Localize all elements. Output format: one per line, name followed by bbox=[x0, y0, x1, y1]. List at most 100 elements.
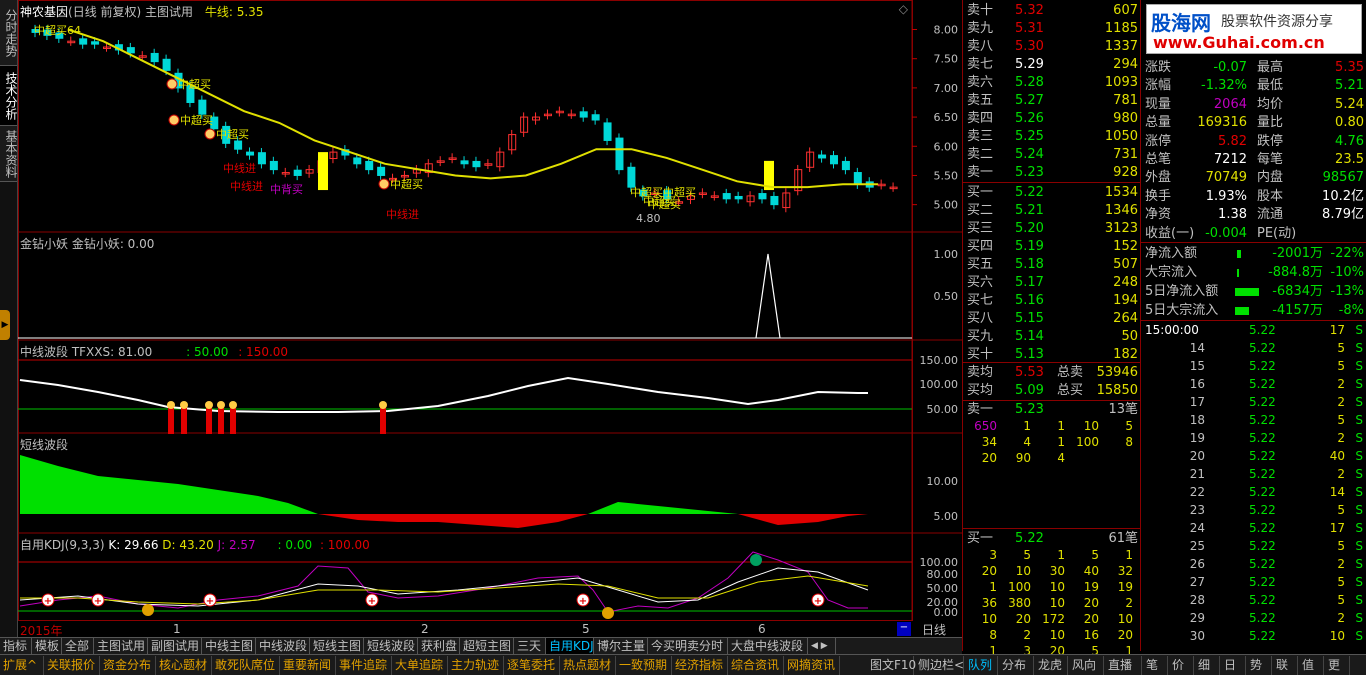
tick-time: 18 bbox=[1189, 413, 1205, 427]
menu-tab[interactable]: 关联报价 bbox=[44, 656, 100, 675]
chart-svg[interactable]: 8.007.507.006.506.005.505.00 中超买中超买中超买中线… bbox=[18, 0, 962, 621]
indicator-tab[interactable]: 短线主图 bbox=[310, 638, 364, 655]
indicator-tab[interactable]: 博尔主量 bbox=[594, 638, 648, 655]
bid-price: 5.19 bbox=[1015, 239, 1044, 254]
chart-template: 主图试用 bbox=[145, 5, 194, 19]
ask-price: 5.23 bbox=[1015, 165, 1044, 180]
panel-tab[interactable]: 日 bbox=[1220, 656, 1246, 675]
panel-tab[interactable]: 势 bbox=[1246, 656, 1272, 675]
menu-tab[interactable]: 资金分布 bbox=[100, 656, 156, 675]
minus-button[interactable]: − bbox=[897, 622, 911, 636]
tab-intraday[interactable]: 分时走势 bbox=[0, 0, 18, 66]
candle-body bbox=[591, 114, 600, 121]
indicator-tab[interactable]: 副图试用 bbox=[148, 638, 202, 655]
buy-signal-bar bbox=[230, 408, 236, 434]
panel-tab[interactable]: 值 bbox=[1298, 656, 1324, 675]
ask-row: 卖八 5.30 1337 bbox=[963, 38, 1141, 56]
ma-value: 牛线: 5.35 bbox=[204, 5, 264, 19]
menu-tab[interactable]: 核心题材 bbox=[156, 656, 212, 675]
tab-scroll-arrows[interactable]: ◀ ▶ bbox=[808, 638, 836, 655]
candle-body bbox=[603, 122, 612, 141]
panel-tab[interactable]: 细 bbox=[1194, 656, 1220, 675]
menu-tab[interactable]: 一致预期 bbox=[616, 656, 672, 675]
panel-tab[interactable]: 图文F10 bbox=[866, 656, 916, 675]
panel-tab[interactable]: 队列 bbox=[964, 656, 998, 675]
panel-tab[interactable]: 价 bbox=[1168, 656, 1194, 675]
indicator-tab[interactable]: 中线波段 bbox=[256, 638, 310, 655]
panel-tab[interactable]: 龙虎 bbox=[1034, 656, 1068, 675]
indicator-tab[interactable]: 三天 bbox=[514, 638, 546, 655]
indicator-tab[interactable]: 短线波段 bbox=[364, 638, 418, 655]
period-selector[interactable]: 日线 bbox=[922, 621, 946, 638]
queue-cell: 19 bbox=[1083, 580, 1099, 594]
indicator-tab[interactable]: 全部 bbox=[62, 638, 94, 655]
panel3-bars bbox=[167, 401, 387, 434]
stat-value: -0.07 bbox=[1213, 60, 1247, 75]
stat-key: 涨幅 bbox=[1145, 78, 1172, 94]
ask-row: 卖七 5.29 294 bbox=[963, 56, 1141, 74]
stat-key: 最低 bbox=[1257, 78, 1284, 94]
panel-tab[interactable]: 更 bbox=[1324, 656, 1350, 675]
indicator-tab[interactable]: 主图试用 bbox=[94, 638, 148, 655]
bid-price: 5.15 bbox=[1015, 311, 1044, 326]
menu-tab[interactable]: 大单追踪 bbox=[392, 656, 448, 675]
signal-dot-icon bbox=[205, 401, 213, 409]
collapse-arrow-icon[interactable]: ▶ bbox=[0, 310, 10, 340]
menu-tab[interactable]: 综合资讯 bbox=[728, 656, 784, 675]
buy-signal-bar bbox=[181, 408, 187, 434]
flow-pct: -8% bbox=[1338, 303, 1364, 318]
tick-volume: 17 bbox=[1329, 323, 1345, 337]
indicator-tab[interactable]: 模板 bbox=[32, 638, 62, 655]
avg-sell-row: 卖均 5.53 总卖 53946 bbox=[967, 365, 1138, 380]
bid-volume: 507 bbox=[1113, 257, 1138, 272]
kdj-j-value: J: 2.57 bbox=[217, 538, 256, 552]
tick-time: 22 bbox=[1189, 485, 1205, 499]
tick-volume: 5 bbox=[1337, 575, 1345, 589]
stat-key: 股本 bbox=[1257, 188, 1284, 204]
diamond-icon[interactable]: ◇ bbox=[899, 2, 908, 16]
indicator-tab[interactable]: 今买明卖分时 bbox=[648, 638, 728, 655]
tick-side: S bbox=[1355, 413, 1363, 427]
bid-volume: 248 bbox=[1113, 275, 1138, 290]
panel-tab[interactable]: 联 bbox=[1272, 656, 1298, 675]
stat-row: 换手 1.93% 股本 10.2亿 bbox=[1141, 187, 1366, 206]
menu-tab[interactable]: 主力轨迹 bbox=[448, 656, 504, 675]
quote-stats-panel: 涨跌 -0.07 最高 5.35 涨幅 -1.32% 最低 5.21 现量 2064 均价 5.24 总… bbox=[1140, 0, 1366, 651]
axis-label: 150.00 bbox=[920, 354, 959, 367]
menu-tab[interactable]: 事件追踪 bbox=[336, 656, 392, 675]
menu-tab[interactable]: 扩展^ bbox=[0, 656, 44, 675]
indicator-tab[interactable]: 获利盘 bbox=[418, 638, 460, 655]
queue-cell: 20 bbox=[1083, 596, 1099, 610]
queue-cell: 20 bbox=[981, 451, 997, 465]
tab-fundamentals[interactable]: 基本资料 bbox=[0, 126, 18, 182]
tick-side: S bbox=[1355, 629, 1363, 643]
menu-tab[interactable]: 热点题材 bbox=[560, 656, 616, 675]
stat-value: -0.004 bbox=[1205, 225, 1247, 241]
menu-tab[interactable]: 逐笔委托 bbox=[504, 656, 560, 675]
menu-tab[interactable]: 重要新闻 bbox=[280, 656, 336, 675]
indicator-tab[interactable]: 自用KDJ bbox=[546, 638, 594, 655]
stat-key: 每笔 bbox=[1257, 152, 1284, 167]
indicator-tab[interactable]: 超短主图 bbox=[460, 638, 514, 655]
queue-row: 1 100 10 19 19 bbox=[963, 579, 1141, 595]
candle-body bbox=[150, 52, 159, 63]
indicator-tab[interactable]: 指标 bbox=[0, 638, 32, 655]
menu-tab[interactable]: 网摘资讯 bbox=[784, 656, 840, 675]
panel-tab[interactable]: 侧边栏< bbox=[914, 656, 964, 675]
panel-tab[interactable]: 分布 bbox=[998, 656, 1034, 675]
flow-row: 大宗流入 -884.8万 -10% bbox=[1141, 263, 1366, 282]
menu-tab[interactable]: 经济指标 bbox=[672, 656, 728, 675]
buy-signal-bar bbox=[218, 408, 224, 434]
panel3-line1: : 50.00 bbox=[186, 345, 229, 359]
menu-tab[interactable]: 敢死队席位 bbox=[212, 656, 280, 675]
ask-row: 卖五 5.27 781 bbox=[963, 92, 1141, 110]
jzxy-spike bbox=[755, 253, 781, 339]
queue-cell: 2 bbox=[1023, 628, 1031, 642]
tab-technical[interactable]: 技术分析 bbox=[0, 66, 18, 126]
panel-tab[interactable]: 直播 bbox=[1104, 656, 1142, 675]
panel-tab[interactable]: 笔 bbox=[1142, 656, 1168, 675]
indicator-tab[interactable]: 中线主图 bbox=[202, 638, 256, 655]
panel-tab[interactable]: 风向 bbox=[1068, 656, 1104, 675]
ask-label: 卖一 bbox=[967, 165, 994, 180]
indicator-tab[interactable]: 大盘中线波段 bbox=[728, 638, 808, 655]
